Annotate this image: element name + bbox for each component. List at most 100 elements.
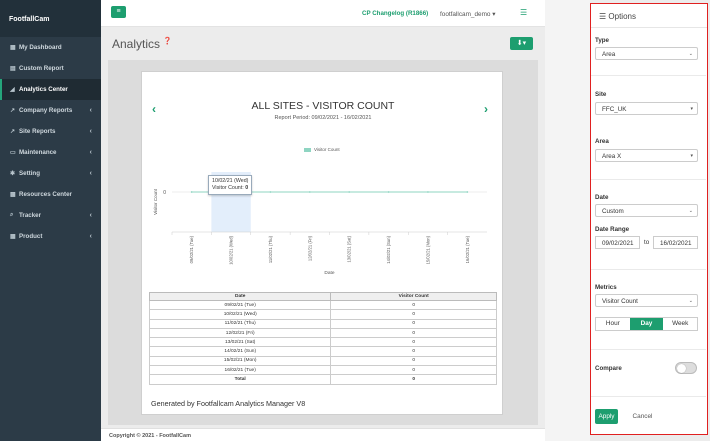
date-label: Date	[595, 194, 609, 201]
sidebar-item-label: Maintenance	[19, 149, 57, 156]
chevron-left-icon: ‹	[89, 212, 92, 219]
cancel-button[interactable]: Cancel	[630, 409, 655, 424]
sidebar-item-product[interactable]: ▦ Product ‹	[0, 226, 101, 247]
x-tick-label: 11/02/21 (Thu)	[268, 235, 273, 263]
date-to-input[interactable]: 16/02/2021	[653, 236, 698, 249]
chevron-down-icon: ▾	[690, 106, 693, 112]
granularity-day[interactable]: Day	[629, 318, 664, 330]
download-button[interactable]: ⬇▾	[510, 37, 533, 50]
column-header-date: Date	[148, 292, 332, 301]
sidebar-item-site-reports[interactable]: ↗ Site Reports ‹	[0, 121, 101, 142]
table-row: 12/02/21 (Fri) 0	[148, 327, 497, 339]
search-icon: ⌕	[10, 212, 14, 218]
chart-line-icon: ↗	[10, 108, 16, 114]
date-from-input[interactable]: 09/02/2021	[595, 236, 640, 249]
date-select[interactable]: Custom ⌄	[595, 204, 698, 217]
divider	[591, 75, 706, 76]
sidebar-item-label: Site Reports	[19, 128, 56, 135]
top-bar: ≡ CP Changelog (R1866) footfallcam_demo …	[101, 0, 545, 27]
table-row: 15/02/21 (Mon) 0	[148, 355, 497, 367]
x-tick-label: 09/02/21 (Tue)	[189, 235, 194, 263]
cell-visitor-count: 0	[330, 365, 497, 376]
site-select[interactable]: FFC_UK ▾	[595, 102, 698, 115]
y-tick-label: 0	[163, 190, 166, 196]
sidebar-item-tracker[interactable]: ⌕ Tracker ‹	[0, 205, 101, 226]
user-name: footfallcam_demo	[440, 11, 491, 18]
table-row: 13/02/21 (Sat) 0	[148, 337, 497, 348]
metrics-value: Visitor Count	[602, 298, 638, 305]
menu-toggle-button[interactable]: ≡	[111, 6, 126, 18]
chevron-left-icon: ‹	[89, 107, 92, 114]
cell-visitor-count: 0	[330, 327, 497, 339]
area-select[interactable]: Area X ▾	[595, 149, 698, 162]
x-tick-label: 10/02/21 (Wed)	[229, 235, 234, 264]
cell-visitor-count: 0	[330, 355, 497, 367]
brand-logo[interactable]: FootfallCam	[0, 0, 101, 37]
sidebar-item-label: Product	[19, 233, 43, 240]
toggle-knob	[677, 364, 686, 373]
chevron-down-icon: ⌄	[688, 51, 693, 57]
cell-visitor-count: 0	[330, 337, 497, 348]
column-header-visitor-count: Visitor Count	[330, 292, 497, 301]
type-label: Type	[595, 37, 609, 44]
table-total-row: Total 0	[148, 374, 497, 385]
x-tick-label: 12/02/21 (Fri)	[307, 235, 312, 261]
sidebar-item-analytics-center[interactable]: ◢ Analytics Center	[0, 79, 101, 100]
sidebar-item-label: Tracker	[19, 212, 42, 219]
tooltip-metric: Visitor Count:	[212, 185, 244, 191]
type-select[interactable]: Area ⌄	[595, 47, 698, 60]
granularity-toggle: Hour Day Week	[595, 317, 698, 331]
divider	[591, 396, 706, 397]
sidebar-item-company-reports[interactable]: ↗ Company Reports ‹	[0, 100, 101, 121]
chart-tooltip: 10/02/21 (Wed) Visitor Count: 0	[208, 175, 253, 195]
chevron-left-icon: ‹	[89, 128, 92, 135]
granularity-week[interactable]: Week	[663, 318, 697, 330]
dashboard-icon: ▦	[10, 45, 16, 51]
sidebar-nav: ▦ My Dashboard ▤ Custom Report ◢ Analytics Ce…	[0, 37, 101, 247]
sidebar-item-custom-report[interactable]: ▤ Custom Report	[0, 58, 101, 79]
date-value: Custom	[602, 208, 624, 215]
x-tick-label: 16/02/21 (Tue)	[465, 235, 470, 263]
chevron-down-icon: ⌄	[688, 208, 693, 214]
chart-icon: ◢	[10, 87, 15, 93]
table-body: 09/02/21 (Tue) 0 10/02/21 (Wed) 0 11/02/21 (…	[148, 299, 497, 385]
grid-icon: ▦	[10, 234, 16, 240]
help-icon[interactable]: ❓	[163, 38, 172, 45]
sidebar-item-setting[interactable]: ✱ Setting ‹	[0, 163, 101, 184]
cell-visitor-count: 0	[330, 346, 497, 357]
cell-date: 16/02/21 (Tue)	[148, 365, 332, 376]
granularity-hour[interactable]: Hour	[596, 318, 630, 330]
panel-gap	[545, 0, 590, 441]
sidebar-item-maintenance[interactable]: ▭ Maintenance ‹	[0, 142, 101, 163]
table-row: 09/02/21 (Tue) 0	[148, 299, 497, 311]
list-icon[interactable]: ☰	[520, 8, 527, 17]
book-icon: ▩	[10, 192, 16, 198]
user-menu[interactable]: footfallcam_demo ▾	[440, 10, 495, 18]
compare-toggle[interactable]	[675, 362, 697, 374]
metrics-select[interactable]: Visitor Count ⌄	[595, 294, 698, 307]
sidebar-item-resources-center[interactable]: ▩ Resources Center	[0, 184, 101, 205]
area-value: Area X	[602, 153, 622, 160]
x-tick-label: 14/02/21 (Sun)	[386, 235, 391, 263]
legend-swatch	[304, 147, 311, 152]
chart-title: ALL SITES - VISITOR COUNT	[251, 100, 395, 112]
list-icon: ☰	[599, 12, 607, 21]
tooltip-value: 0	[245, 185, 249, 191]
cell-date: 10/02/21 (Wed)	[148, 309, 332, 320]
cell-date: 13/02/21 (Sat)	[148, 337, 332, 348]
date-to-label: to	[644, 239, 650, 246]
sidebar-item-label: Analytics Center	[19, 86, 68, 93]
metrics-label: Metrics	[595, 284, 617, 291]
sidebar-item-my-dashboard[interactable]: ▦ My Dashboard	[0, 37, 101, 58]
chart-plot[interactable]: 0 Visitor Count 09/02/21 (Tue) 10/02/21 (We…	[142, 152, 504, 282]
table-row: 14/02/21 (Sun) 0	[148, 346, 497, 357]
apply-button[interactable]: Apply	[595, 409, 618, 424]
cell-date: 09/02/21 (Tue)	[148, 299, 332, 311]
table-row: 16/02/21 (Tue) 0	[148, 365, 497, 376]
type-value: Area	[602, 51, 616, 58]
y-axis-label: Visitor Count	[153, 188, 158, 214]
options-header: ☰ Options	[591, 4, 707, 28]
date-range-label: Date Range	[595, 226, 630, 233]
hamburger-icon: ≡	[116, 8, 121, 15]
changelog-link[interactable]: CP Changelog (R1866)	[362, 10, 428, 17]
